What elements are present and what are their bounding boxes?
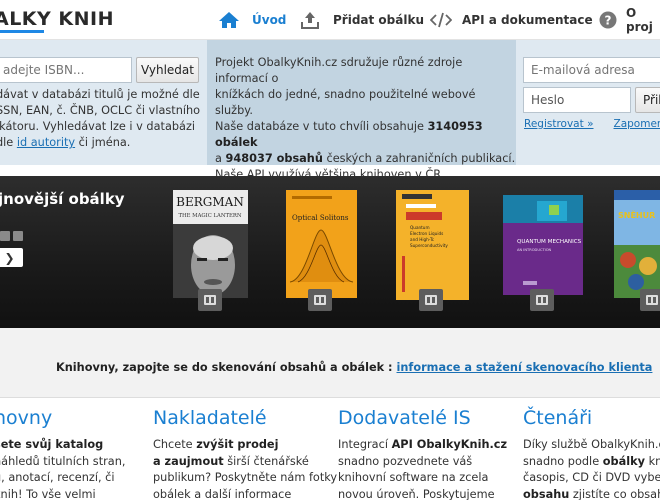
logo-underline	[0, 30, 44, 33]
column-title: Nakladatelé	[153, 407, 267, 429]
column-title: hovny	[0, 407, 53, 429]
nav-label: API a dokumentace	[462, 13, 593, 27]
email-field[interactable]	[523, 57, 660, 83]
logo-text: ALKY KNIH	[0, 8, 115, 30]
search-panel: Vyhledat dávat v databázi titulů je možn…	[0, 40, 207, 165]
nav-item-about[interactable]: ? O proj	[599, 6, 660, 34]
cover-4-detail-button[interactable]	[530, 289, 554, 311]
scanning-banner: Knihovny, zapojte se do skenování obsahů…	[0, 328, 660, 398]
book-icon	[646, 295, 658, 305]
book-icon	[536, 295, 548, 305]
column-title: Dodavatelé IS	[338, 407, 471, 429]
cover-image: SNĚHUR	[614, 190, 660, 298]
cover-3-detail-button[interactable]	[419, 289, 443, 311]
project-intro: Projekt ObalkyKnih.cz sdružuje různé zdr…	[207, 40, 516, 181]
column-readers: Čtenáři Díky službě ObalkyKnih.cz snadno…	[523, 407, 660, 500]
upload-icon	[299, 11, 321, 29]
scanning-client-link[interactable]: informace a stažení skenovacího klienta	[397, 361, 653, 374]
top-navigation: ALKY KNIH Úvod Přidat obálku API a dokum…	[0, 0, 660, 40]
nav-item-api[interactable]: API a dokumentace	[429, 10, 593, 30]
register-link[interactable]: Registrovat »	[524, 118, 594, 130]
carousel-dots	[0, 231, 23, 241]
svg-text:Optical Solitons: Optical Solitons	[292, 214, 349, 222]
latest-covers-carousel: jnovější obálky ❯ BERGMAN THE MAGIC LANT…	[0, 176, 660, 328]
nav-item-home[interactable]: Úvod	[218, 10, 286, 30]
svg-text:Quantum: Quantum	[410, 225, 430, 230]
cover-2-detail-button[interactable]	[308, 289, 332, 311]
svg-text:THE MAGIC LANTERN: THE MAGIC LANTERN	[178, 213, 241, 219]
column-is-vendors: Dodavatelé IS Integrací API ObalkyKnih.c…	[338, 407, 513, 500]
nav-label: Úvod	[252, 13, 287, 27]
svg-text:QUANTUM MECHANICS: QUANTUM MECHANICS	[517, 239, 582, 245]
nav-label: O proj	[626, 6, 653, 34]
carousel-dot[interactable]	[13, 231, 23, 241]
svg-text:BERGMAN: BERGMAN	[176, 195, 244, 209]
book-cover-3[interactable]: Quantum Electron Liquids and High-Tc Sup…	[396, 190, 469, 300]
cover-5-detail-button[interactable]	[640, 289, 660, 311]
forgot-password-link[interactable]: Zapomenuté h	[614, 118, 660, 130]
cover-image: Optical Solitons	[286, 190, 357, 298]
book-cover-5[interactable]: SNĚHUR	[614, 190, 660, 298]
carousel-next-button[interactable]: ❯	[0, 248, 23, 267]
search-button[interactable]: Vyhledat	[136, 57, 199, 83]
svg-text:Electron Liquids: Electron Liquids	[410, 231, 443, 236]
help-icon: ?	[599, 11, 617, 29]
svg-text:Superconductivity: Superconductivity	[410, 243, 448, 248]
cover-1-detail-button[interactable]	[198, 289, 222, 311]
login-panel: Přih Registrovat » Zapomenuté h	[516, 40, 660, 165]
cover-image: BERGMAN THE MAGIC LANTERN	[173, 190, 248, 298]
authority-id-link[interactable]: id autority	[17, 136, 75, 149]
column-title: Čtenáři	[523, 407, 593, 429]
toc-count: 948037 obsahů	[225, 152, 323, 165]
search-help-text: dávat v databázi titulů je možné dle SSN…	[0, 88, 201, 149]
svg-text:?: ?	[605, 14, 612, 28]
home-icon	[218, 11, 240, 29]
column-publishers: Nakladatelé Chcete zvýšit prodej a zaujm…	[153, 407, 338, 500]
book-cover-4[interactable]: QUANTUM MECHANICS AN INTRODUCTION	[503, 195, 583, 295]
book-cover-2[interactable]: Optical Solitons	[286, 190, 357, 298]
site-logo[interactable]: ALKY KNIH	[0, 8, 115, 33]
nav-item-add-cover[interactable]: Přidat obálku	[299, 10, 424, 30]
book-cover-1[interactable]: BERGMAN THE MAGIC LANTERN	[173, 190, 248, 298]
book-icon	[314, 295, 326, 305]
code-icon	[429, 11, 453, 29]
cover-image: Quantum Electron Liquids and High-Tc Sup…	[396, 190, 469, 300]
svg-text:and High-Tc: and High-Tc	[410, 237, 435, 242]
password-field[interactable]	[523, 87, 631, 113]
book-icon	[425, 295, 437, 305]
cover-image: QUANTUM MECHANICS AN INTRODUCTION	[503, 195, 583, 295]
nav-label: Přidat obálku	[333, 13, 424, 27]
scanning-banner-text: Knihovny, zapojte se do skenování obsahů…	[56, 361, 653, 374]
book-icon	[204, 295, 216, 305]
login-button[interactable]: Přih	[635, 87, 660, 113]
svg-text:AN INTRODUCTION: AN INTRODUCTION	[517, 248, 552, 252]
carousel-dot[interactable]	[0, 231, 10, 241]
isbn-search-input[interactable]	[0, 57, 132, 83]
column-libraries: hovny šete svůj katalog náhledů titulníc…	[0, 407, 169, 500]
svg-text:SNĚHUR: SNĚHUR	[618, 209, 655, 220]
carousel-title: jnovější obálky	[0, 190, 125, 208]
info-strip: Vyhledat dávat v databázi titulů je možn…	[0, 40, 660, 181]
login-links: Registrovat » Zapomenuté h	[524, 118, 660, 130]
